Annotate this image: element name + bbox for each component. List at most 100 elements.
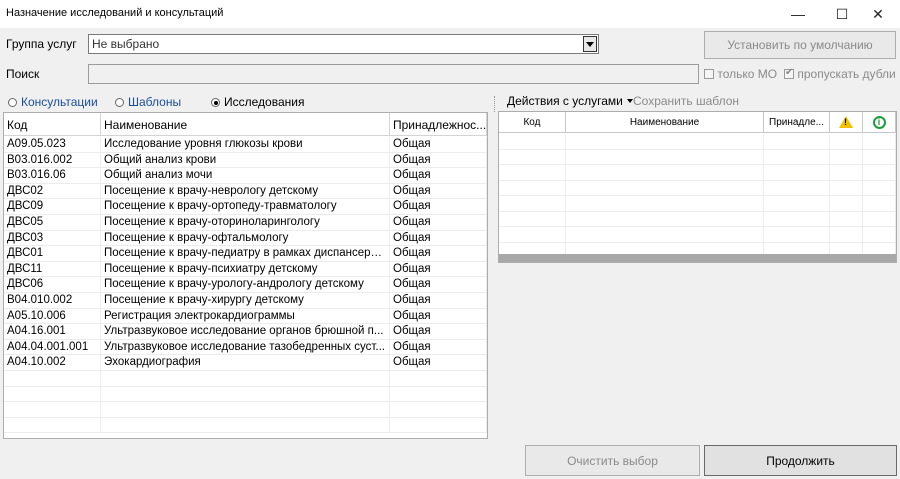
radio-consultations[interactable]: Консультации: [8, 95, 98, 109]
table-cell: [863, 134, 896, 149]
table-row[interactable]: A05.10.006 Регистрация электрокардиограмм…: [4, 308, 487, 325]
table-cell: [499, 165, 566, 180]
table-row[interactable]: [499, 211, 896, 227]
group-select-value: Не выбрано: [92, 37, 160, 51]
radio-templates[interactable]: Шаблоны: [115, 95, 181, 109]
table-row[interactable]: [4, 371, 487, 387]
cell-owner: Общая: [390, 339, 487, 355]
table-row[interactable]: A04.10.002 Эхокардиография Общая: [4, 355, 487, 371]
table-cell: [499, 211, 566, 226]
only-mo-label: только МО: [717, 67, 778, 81]
cell-code: ДВС11: [4, 261, 101, 277]
table-cell: [566, 180, 764, 195]
table-cell: [764, 196, 830, 211]
table-cell: [830, 149, 863, 164]
table-cell: [830, 196, 863, 211]
selected-services-grid[interactable]: Код Наименование Принадле... i: [498, 111, 897, 263]
checkbox-box[interactable]: [784, 67, 794, 79]
table-row[interactable]: A04.04.001.001 Ультразвуковое исследовани…: [4, 339, 487, 356]
cell-code: [4, 402, 101, 417]
group-select[interactable]: Не выбрано: [88, 34, 599, 54]
cell-name: [101, 417, 390, 433]
cell-code: [4, 386, 101, 402]
skip-dupes-label: пропускать дубли: [797, 67, 896, 81]
table-cell: [863, 149, 896, 164]
only-mo-checkbox[interactable]: только МО: [704, 67, 777, 81]
radio-button-icon[interactable]: [115, 98, 124, 107]
minimize-button[interactable]: —: [776, 0, 820, 28]
table-cell: [566, 134, 764, 149]
column-header-warning[interactable]: [830, 112, 863, 132]
table-cell: [830, 180, 863, 195]
table-row[interactable]: ДВС01 Посещение к врачу-педиатру в рамках…: [4, 246, 487, 262]
cell-owner: Общая: [390, 355, 487, 370]
table-cell: [830, 134, 863, 149]
cell-owner: Общая: [390, 183, 487, 199]
table-row[interactable]: [4, 402, 487, 418]
checkbox-box[interactable]: [704, 69, 714, 79]
table-cell: [863, 180, 896, 195]
table-row[interactable]: ДВС05 Посещение к врачу-оториноларинголог…: [4, 215, 487, 231]
table-row[interactable]: [499, 149, 896, 165]
table-row[interactable]: [499, 165, 896, 181]
table-cell: [863, 165, 896, 180]
close-button[interactable]: ✕: [856, 0, 900, 28]
table-row[interactable]: [4, 386, 487, 403]
table-row[interactable]: A04.16.001 Ультразвуковое исследование ор…: [4, 324, 487, 340]
table-row[interactable]: ДВС03 Посещение к врачу-офтальмологу Общая: [4, 230, 487, 247]
cell-name: [101, 371, 390, 386]
table-cell: [830, 211, 863, 226]
clear-selection-button[interactable]: Очистить выбор: [525, 445, 700, 476]
actions-menu[interactable]: Действия с услугами: [507, 94, 633, 108]
column-header-name[interactable]: Наименование: [566, 112, 764, 132]
save-template-button[interactable]: Сохранить шаблон: [633, 94, 739, 108]
table-cell: [764, 180, 830, 195]
table-row[interactable]: ДВС02 Посещение к врачу-неврологу детском…: [4, 183, 487, 200]
table-row[interactable]: [499, 180, 896, 196]
cell-owner: [390, 386, 487, 402]
table-row[interactable]: [499, 227, 896, 243]
table-row[interactable]: [499, 134, 896, 150]
chevron-down-icon[interactable]: [583, 36, 597, 52]
radio-button-icon[interactable]: [211, 98, 220, 107]
info-icon: i: [872, 115, 886, 129]
column-header-code[interactable]: Код: [4, 113, 101, 135]
radio-research[interactable]: Исследования: [211, 95, 304, 109]
search-input[interactable]: [88, 64, 699, 84]
table-row[interactable]: [499, 196, 896, 212]
cell-name: Посещение к врачу-урологу-андрологу детс…: [101, 277, 390, 292]
table-row[interactable]: B04.010.002 Посещение к врачу-хирургу дет…: [4, 293, 487, 309]
column-header-owner[interactable]: Принадлежнос...: [390, 113, 487, 135]
column-header-code[interactable]: Код: [499, 112, 566, 132]
set-default-button[interactable]: Установить по умолчанию: [704, 31, 896, 59]
table-cell: [499, 149, 566, 164]
table-row[interactable]: B03.016.002 Общий анализ крови Общая: [4, 152, 487, 169]
cell-name: [101, 386, 390, 402]
table-row[interactable]: ДВС09 Посещение к врачу-ортопеду-травмато…: [4, 199, 487, 215]
cell-name: Исследование уровня глюкозы крови: [101, 137, 390, 152]
column-header-owner[interactable]: Принадле...: [764, 112, 830, 132]
cell-owner: [390, 417, 487, 433]
table-row[interactable]: ДВС06 Посещение к врачу-урологу-андрологу…: [4, 277, 487, 293]
cell-code: ДВС03: [4, 230, 101, 246]
continue-button[interactable]: Продолжить: [704, 445, 897, 476]
radio-button-icon[interactable]: [8, 98, 17, 107]
table-row[interactable]: [4, 417, 487, 434]
table-row[interactable]: B03.016.06 Общий анализ мочи Общая: [4, 168, 487, 184]
table-row[interactable]: A09.05.023 Исследование уровня глюкозы кр…: [4, 137, 487, 153]
column-header-info[interactable]: i: [863, 112, 896, 132]
column-header-name[interactable]: Наименование: [101, 113, 390, 135]
skip-dupes-checkbox[interactable]: пропускать дубли: [784, 67, 896, 81]
table-cell: [566, 149, 764, 164]
table-row[interactable]: ДВС11 Посещение к врачу-психиатру детском…: [4, 261, 487, 278]
cell-owner: Общая: [390, 137, 487, 152]
warning-icon: [839, 116, 853, 128]
cell-owner: Общая: [390, 308, 487, 324]
cell-owner: Общая: [390, 246, 487, 261]
services-grid[interactable]: Код Наименование Принадлежнос... A09.05.…: [3, 112, 488, 439]
group-label: Группа услуг: [6, 37, 77, 51]
actions-menu-label: Действия с услугами: [507, 94, 623, 108]
radio-templates-label: Шаблоны: [128, 95, 182, 109]
table-cell: [764, 165, 830, 180]
cell-name: Посещение к врачу-ортопеду-травматологу: [101, 199, 390, 214]
